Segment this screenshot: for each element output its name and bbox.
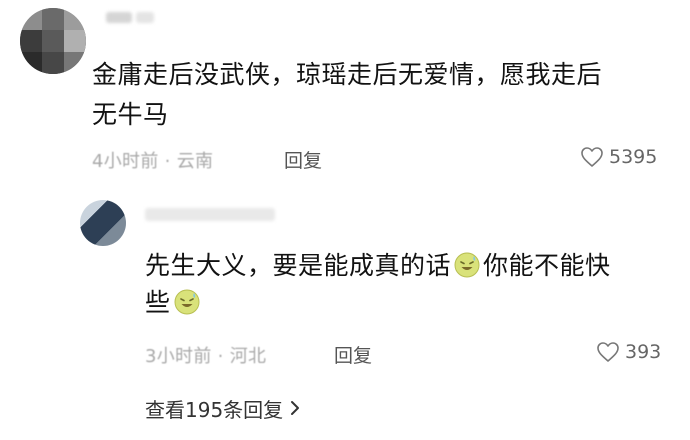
sweat-smile-emoji-icon bbox=[453, 251, 481, 279]
like-count: 393 bbox=[625, 341, 662, 363]
avatar-mosaic-tile bbox=[20, 8, 42, 30]
avatar-mosaic-tile bbox=[20, 52, 42, 74]
heart-icon bbox=[580, 146, 604, 168]
comment-text: 金庸走后没武侠，琼瑶走后无爱情，愿我走后 bbox=[92, 60, 603, 89]
view-replies-link[interactable]: 查看195条回复 bbox=[145, 394, 301, 423]
heart-icon bbox=[596, 341, 620, 363]
chevron-right-icon bbox=[289, 397, 301, 421]
comment-meta: 3小时前 · 河北 bbox=[145, 342, 266, 368]
comment-time: 4小时前 bbox=[92, 151, 159, 172]
view-replies-label: 查看195条回复 bbox=[145, 398, 284, 422]
like-button[interactable]: 5395 bbox=[580, 146, 657, 168]
avatar-mosaic-tile bbox=[64, 8, 86, 30]
avatar-mosaic-tile bbox=[42, 52, 64, 74]
meta-separator: · bbox=[158, 151, 177, 172]
like-count: 5395 bbox=[609, 146, 658, 168]
meta-separator: · bbox=[211, 346, 230, 367]
comment-time: 3小时前 bbox=[145, 346, 212, 367]
avatar[interactable] bbox=[80, 200, 126, 246]
username-blurred[interactable] bbox=[145, 208, 275, 221]
comment-text: 些 bbox=[145, 283, 203, 323]
reply-button[interactable]: 回复 bbox=[284, 146, 322, 173]
comment-text: 无牛马 bbox=[92, 100, 169, 129]
username-blurred[interactable] bbox=[136, 12, 154, 23]
sweat-smile-emoji-icon bbox=[173, 288, 201, 316]
avatar[interactable] bbox=[20, 8, 86, 74]
comment-text-part: 你能不能快 bbox=[483, 251, 611, 280]
reply-button[interactable]: 回复 bbox=[334, 341, 372, 368]
comment-location: 河北 bbox=[229, 346, 267, 367]
comment-text: 先生大义，要是能成真的话 你能不能快 bbox=[145, 246, 611, 286]
comment-text-part: 先生大义，要是能成真的话 bbox=[145, 251, 452, 280]
avatar-mosaic-tile bbox=[42, 8, 64, 30]
avatar-mosaic-tile bbox=[64, 52, 86, 74]
comment-meta: 4小时前 · 云南 bbox=[92, 147, 213, 173]
like-button[interactable]: 393 bbox=[596, 341, 661, 363]
avatar-mosaic-tile bbox=[42, 30, 64, 52]
comment-text-part: 些 bbox=[145, 288, 171, 317]
username-blurred[interactable] bbox=[106, 12, 132, 23]
avatar-mosaic-tile bbox=[64, 30, 86, 52]
comment-location: 云南 bbox=[176, 151, 214, 172]
avatar-mosaic-tile bbox=[20, 30, 42, 52]
